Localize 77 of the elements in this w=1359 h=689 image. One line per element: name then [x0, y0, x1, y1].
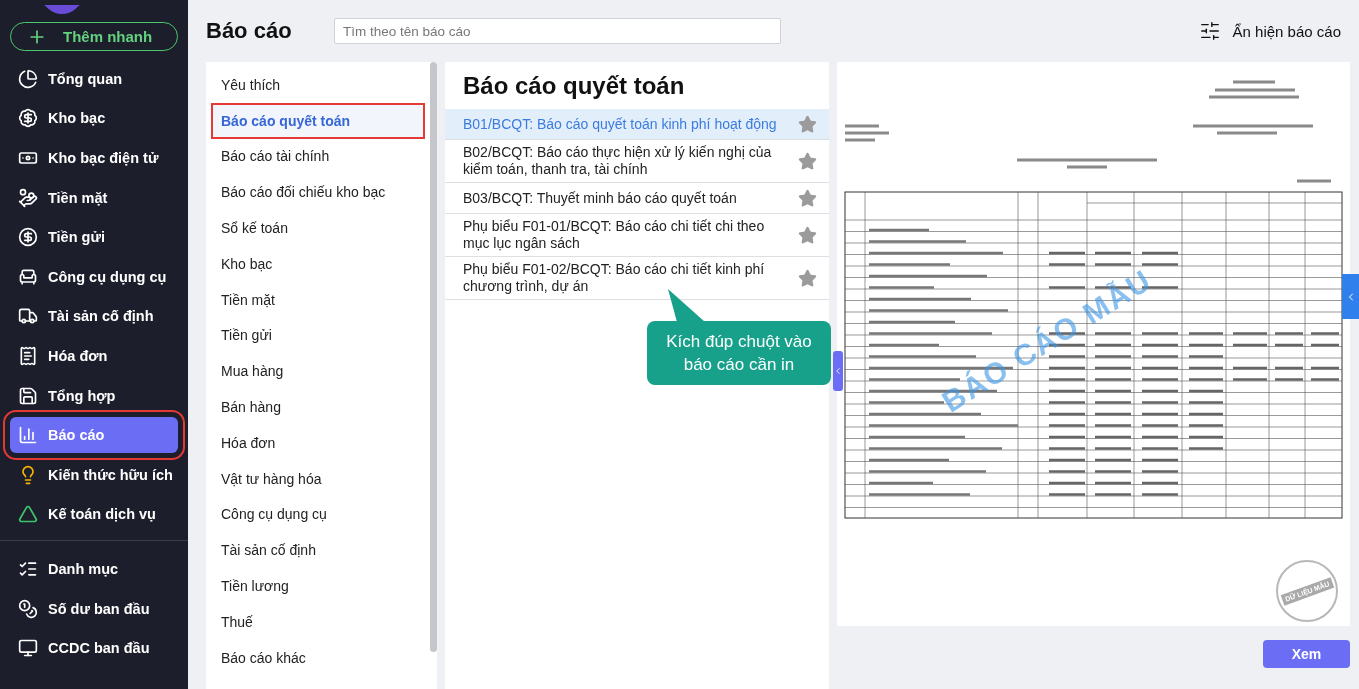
report-name: B01/BCQT: Báo cáo quyết toán kinh phí hoạt động — [463, 115, 778, 133]
category-item[interactable]: Sổ kế toán — [211, 210, 425, 246]
scrollbar[interactable] — [430, 62, 437, 652]
sidebar-item-label: Danh mục — [48, 560, 119, 577]
pie-chart-icon — [18, 68, 38, 89]
sidebar-item[interactable]: Kế toán dịch vụ — [10, 496, 178, 533]
category-item[interactable]: Tiền gửi — [211, 317, 425, 354]
sidebar-item-label: Kế toán dịch vụ — [48, 506, 156, 523]
category-item[interactable]: Tài sản cố định — [211, 532, 425, 569]
sidebar-item-label: Tổng hợp — [48, 387, 116, 404]
star-icon[interactable] — [798, 268, 817, 288]
sidebar-item-label: Tổng quan — [48, 70, 123, 87]
sidebar-item[interactable]: Tiền mặt — [10, 179, 178, 216]
sidebar-item[interactable]: Công cụ dụng cụ — [10, 258, 178, 295]
bar-chart-icon — [18, 425, 38, 446]
search-field[interactable]: Tìm theo tên báo cáo — [334, 18, 781, 44]
category-item[interactable]: Công cụ dụng cụ — [211, 496, 425, 533]
view-button[interactable]: Xem — [1263, 640, 1350, 668]
page-title: Báo cáo — [206, 18, 293, 44]
triangle-icon — [18, 504, 38, 525]
category-item[interactable]: Mua hàng — [211, 353, 425, 390]
star-icon[interactable] — [798, 225, 817, 245]
hand-coins-icon — [18, 187, 38, 208]
sidebar-item[interactable]: Kiến thức hữu ích — [10, 456, 178, 493]
sidebar-item[interactable]: Hóa đơn — [10, 337, 178, 374]
sidebar-item[interactable]: Tổng hợp — [10, 377, 178, 414]
sidebar-item-label: Tiền mặt — [48, 189, 108, 206]
sidebar-item[interactable]: Số dư ban đầu — [10, 590, 178, 627]
star-icon[interactable] — [798, 188, 817, 208]
dollar-badge-icon — [18, 108, 38, 129]
sidebar-item[interactable]: Kho bạc điện tử — [10, 140, 178, 176]
report-row[interactable]: B01/BCQT: Báo cáo quyết toán kinh phí hoạt động — [445, 109, 829, 140]
category-item[interactable]: Tiền mặt — [211, 281, 425, 318]
sidebar-item-label: Tài sản cố định — [48, 308, 154, 325]
sidebar-item-label: Kho bạc điện tử — [48, 150, 159, 166]
category-item[interactable]: Kho bạc — [211, 246, 425, 282]
star-icon[interactable] — [798, 151, 817, 171]
sidebar-item-label: Kiến thức hữu ích — [48, 466, 173, 483]
sidebar-item[interactable]: CCDC ban đầu — [10, 630, 178, 667]
collapse-handle[interactable] — [833, 351, 843, 391]
category-item[interactable]: Báo cáo đối chiếu kho bạc — [211, 174, 425, 211]
report-name: Phụ biểu F01-01/BCQT: Báo cáo chi tiết chi theo mục lục ngân sách — [463, 218, 766, 252]
report-group-title: Báo cáo quyết toán — [462, 70, 686, 101]
sidebar-item-label: Công cụ dụng cụ — [48, 268, 167, 285]
sidebar-item[interactable]: Tổng quan — [10, 60, 178, 97]
category-item[interactable]: Vật tư hàng hóa — [211, 460, 425, 497]
save-icon — [18, 385, 38, 406]
category-item[interactable]: Bán hàng — [211, 389, 425, 425]
toggle-reports-button[interactable]: Ẩn hiện báo cáo — [1198, 20, 1341, 42]
category-item[interactable]: Yêu thích — [211, 67, 425, 103]
dollar-circle-icon — [18, 227, 38, 248]
sidebar-item[interactable]: Danh mục — [10, 550, 178, 587]
receipt-icon — [18, 345, 38, 366]
category-item[interactable]: Báo cáo tài chính — [211, 138, 425, 175]
sidebar-item-label: Tiền gửi — [48, 229, 105, 246]
category-item[interactable]: Hóa đơn — [211, 424, 425, 461]
logo-icon — [42, 5, 82, 14]
sidebar-item-label: CCDC ban đầu — [48, 640, 150, 657]
sidebar-item[interactable]: Tài sản cố định — [10, 298, 178, 335]
sidebar-item[interactable]: Tiền gửi — [10, 219, 178, 256]
sidebar-item-label: Kho bạc — [48, 110, 106, 127]
coins-icon — [18, 598, 38, 619]
sidebar-item-label: Số dư ban đầu — [48, 600, 150, 617]
monitor-icon — [18, 638, 38, 659]
sidebar-item[interactable]: Kho bạc — [10, 100, 178, 137]
report-name: B03/BCQT: Thuyết minh báo cáo quyết toán — [463, 189, 738, 207]
report-name: B02/BCQT: Báo cáo thực hiện xử lý kiến nghị của kiểm toán, thanh tra, tài chính — [463, 144, 773, 178]
category-item[interactable]: Tiền lương — [211, 568, 425, 604]
report-name: Phụ biểu F01-02/BCQT: Báo cáo chi tiết kinh phí chương trình, dự án — [463, 261, 766, 295]
category-item[interactable]: Thuế — [211, 603, 425, 640]
sliders-icon — [1198, 20, 1221, 42]
category-item[interactable]: Báo cáo khác — [211, 639, 425, 676]
star-icon[interactable] — [798, 114, 817, 134]
sidebar-item-label: Báo cáo — [48, 427, 105, 444]
category-item[interactable]: Báo cáo quyết toán — [211, 102, 425, 139]
sidebar-item-label: Hóa đơn — [48, 347, 108, 364]
chevron-left-icon — [833, 366, 843, 376]
